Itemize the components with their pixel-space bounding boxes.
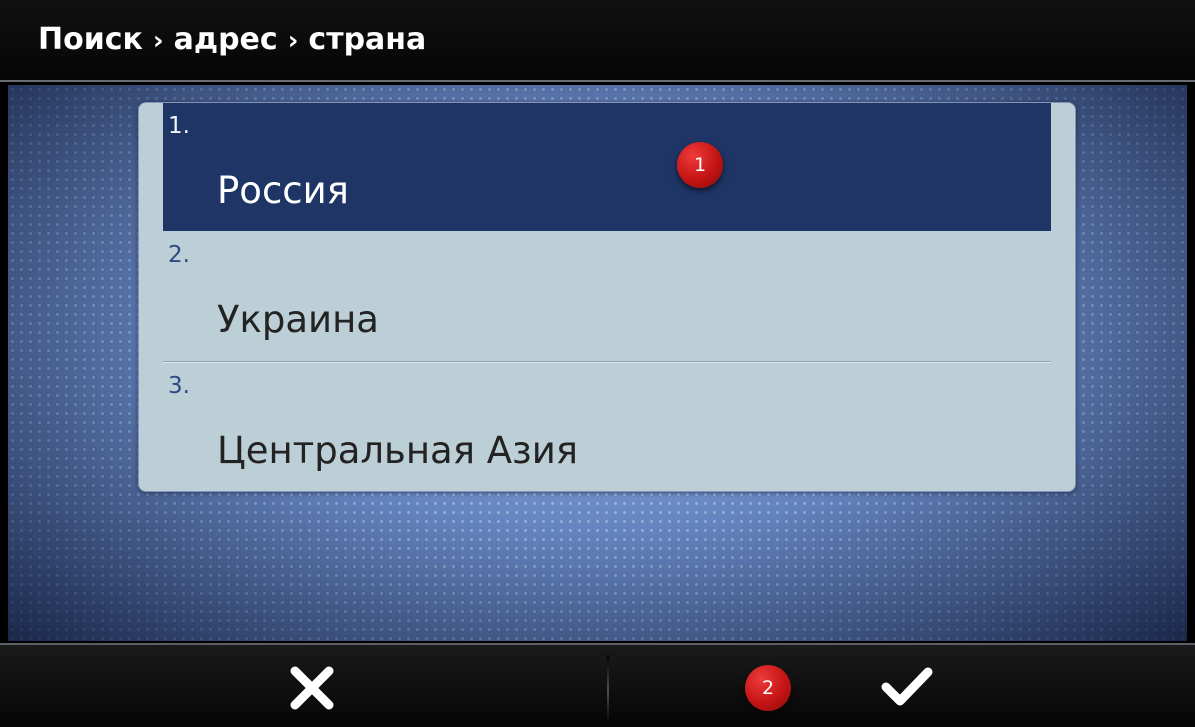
breadcrumb-search[interactable]: Поиск [38,22,143,57]
breadcrumb: Поиск › адрес › страна [38,22,426,59]
breadcrumb-separator: › [287,26,299,56]
list-item-central-asia[interactable]: 3. Центральная Азия [163,363,1051,491]
callout-badge-1: 1 [677,142,723,188]
list-item-ukraine[interactable]: 2. Украина [163,232,1051,360]
cancel-button[interactable] [264,647,360,727]
title-bar: Поиск › адрес › страна [0,0,1195,82]
item-number: 1. [168,113,190,139]
list-item-russia[interactable]: 1. Россия [163,103,1051,231]
breadcrumb-country: страна [308,22,427,57]
item-label: Украина [217,298,379,341]
content-area: 1. Россия 2. Украина 3. Центральная Азия [8,85,1187,641]
breadcrumb-separator: › [152,26,164,56]
callout-badge-2: 2 [745,665,791,711]
close-icon [290,666,334,710]
country-list: 1. Россия 2. Украина 3. Центральная Азия [138,102,1076,492]
item-number: 3. [168,373,190,399]
item-label: Центральная Азия [217,429,579,472]
item-number: 2. [168,242,190,268]
navigation-screen: Поиск › адрес › страна 1. Россия 2. Украина … [0,0,1195,727]
confirm-button[interactable] [858,647,954,727]
breadcrumb-address[interactable]: адрес [174,22,278,57]
bottom-bar: 2 [0,643,1195,727]
button-divider [607,655,609,725]
item-label: Россия [217,169,349,212]
checkmark-icon [881,667,933,706]
